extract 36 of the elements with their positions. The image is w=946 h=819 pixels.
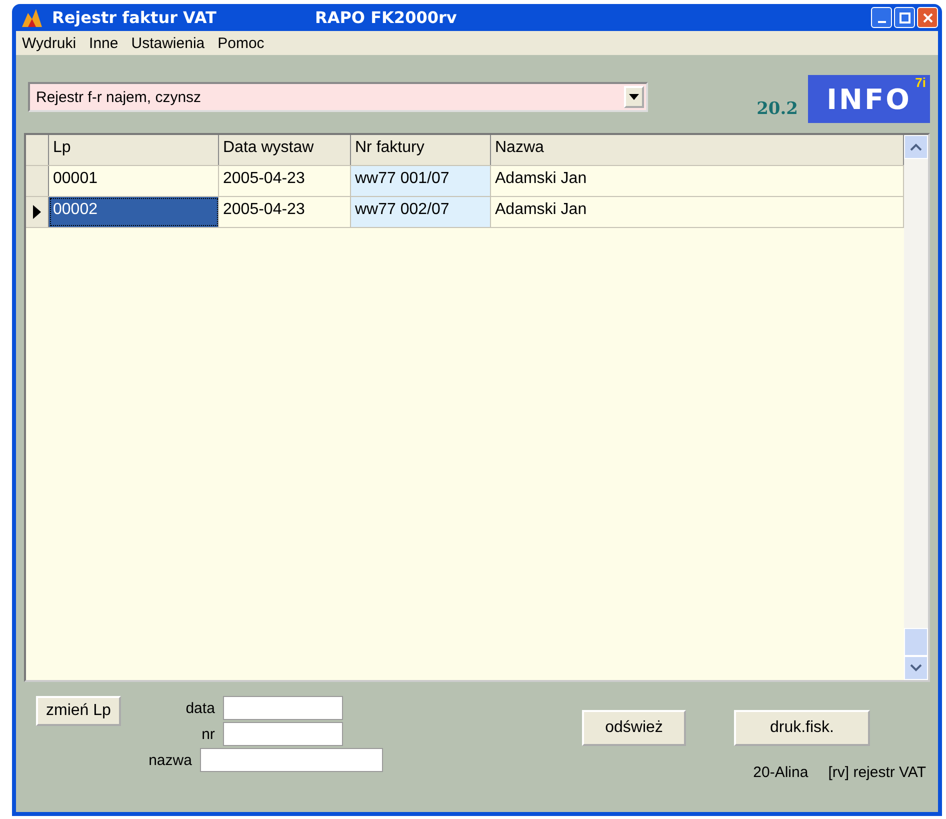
action-button[interactable]: druk.fisk. — [734, 710, 870, 746]
scrollbar[interactable] — [904, 135, 928, 680]
scroll-thumb[interactable] — [904, 628, 928, 656]
close-button[interactable] — [917, 7, 938, 28]
table-cell: 00002 — [49, 197, 219, 227]
change-lp-button[interactable]: zmień Lp — [36, 696, 121, 726]
minimize-icon — [878, 20, 886, 22]
register-dropdown[interactable]: Rejestr f-r najem, czynsz — [28, 82, 648, 112]
filter-field[interactable] — [222, 696, 343, 720]
menu-item[interactable]: Ustawienia — [131, 34, 205, 52]
window-title: Rejestr faktur VAT — [52, 8, 218, 27]
scroll-up-button[interactable] — [904, 135, 928, 159]
row-indicator[interactable] — [26, 197, 49, 227]
table-cell: ww77 001/07 — [351, 166, 491, 196]
scroll-down-button[interactable] — [904, 656, 928, 680]
maximize-icon — [898, 12, 910, 24]
filter-label: nazwa — [148, 752, 192, 768]
current-row-icon — [33, 205, 41, 219]
table-cell: ww77 002/07 — [351, 197, 491, 227]
menu-item[interactable]: Pomoc — [218, 34, 264, 52]
minimize-button[interactable] — [871, 7, 892, 28]
version-label: 20.2 — [756, 99, 798, 119]
flame-icon — [20, 6, 44, 28]
status-text: [rv] rejestr VAT — [828, 764, 926, 781]
filter-label: nr — [200, 726, 215, 742]
maximize-button[interactable] — [894, 7, 915, 28]
filter-label: data — [184, 700, 215, 716]
table-cell: 00001 — [49, 166, 219, 196]
status-text: 20-Alina — [753, 764, 808, 781]
menu-item[interactable]: Inne — [89, 34, 118, 52]
filter-field[interactable] — [222, 722, 343, 746]
close-icon — [922, 12, 934, 24]
menu-item[interactable]: Wydruki — [22, 34, 76, 52]
action-button[interactable]: odśwież — [582, 710, 686, 746]
window-subtitle: RAPO FK2000rv — [315, 8, 458, 27]
filter-field[interactable] — [200, 748, 383, 772]
